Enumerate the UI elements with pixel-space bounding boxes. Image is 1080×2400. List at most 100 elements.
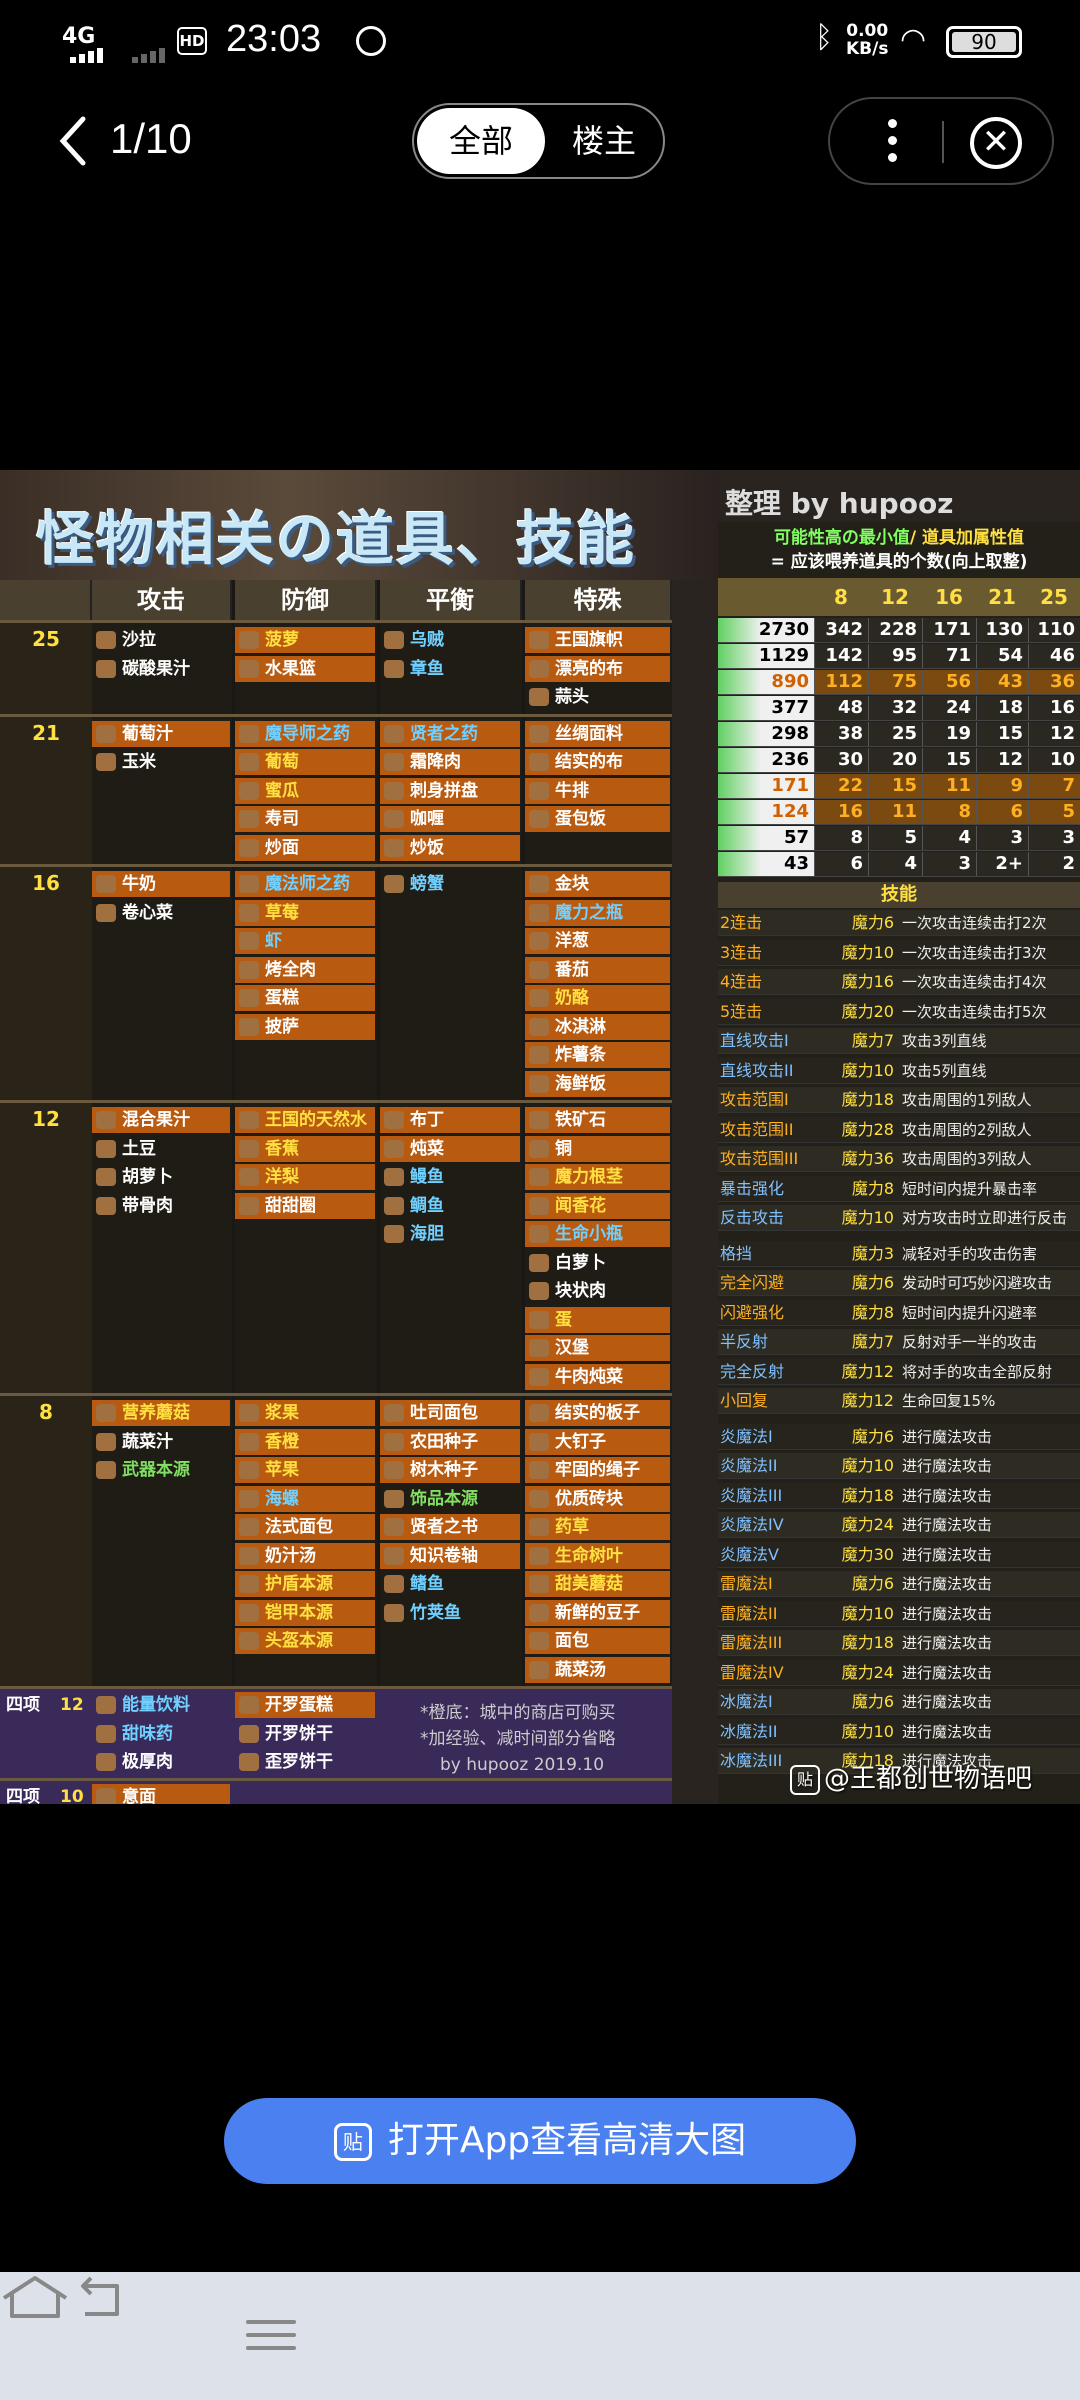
table-header: 攻击 xyxy=(92,580,232,620)
item-cell: 葡萄 xyxy=(235,749,375,775)
item-cell: 炖菜 xyxy=(380,1135,520,1162)
item-cell: 胡萝卜 xyxy=(92,1164,230,1190)
item-cell: 带骨肉 xyxy=(92,1193,230,1219)
item-cell: 结实的板子 xyxy=(525,1400,670,1426)
count-value: 3 xyxy=(976,826,1028,850)
count-value: 46 xyxy=(1028,644,1080,668)
skill-mana: 魔力3 xyxy=(851,1243,894,1263)
item-cell: 混合果汁 xyxy=(92,1107,230,1133)
tab-op[interactable]: 楼主 xyxy=(554,108,654,174)
skill-row: 冰魔法II 魔力10 进行魔法攻击 xyxy=(718,1718,1080,1745)
item-cell: 海鲜饭 xyxy=(525,1070,670,1097)
skill-row: 直线攻击II 魔力10 攻击5列直线 xyxy=(718,1057,1080,1084)
skill-mana: 魔力8 xyxy=(851,1302,894,1322)
skill-desc: 减轻对手的攻击伤害 xyxy=(902,1244,1038,1263)
skill-name: 攻击范围II xyxy=(720,1119,794,1139)
home-icon[interactable] xyxy=(0,2272,70,2320)
speed-value: 0.00 xyxy=(846,21,889,41)
item-cell: 面包 xyxy=(525,1628,670,1654)
four-stat-label: 四项 xyxy=(6,1695,40,1715)
note-line: by hupooz 2019.10 xyxy=(440,1755,605,1775)
item-cell: 螃蟹 xyxy=(380,871,520,897)
skill-mana: 魔力10 xyxy=(841,942,894,962)
menu-icon[interactable] xyxy=(246,2312,296,2360)
skill-mana: 魔力10 xyxy=(841,1060,894,1080)
tab-all[interactable]: 全部 xyxy=(417,108,545,174)
level-group: 12 混合果汁 王国的天然水 布丁 铁矿石 土豆 香蕉 炖菜铜胡萝卜 洋梨 鳗鱼 魔力根茎 带骨肉 甜甜… xyxy=(0,1100,672,1393)
numbers-row: 298 38 25 19 15 12 xyxy=(718,722,1080,747)
skill-row: 攻击范围III 魔力36 攻击周围的3列敌人 xyxy=(718,1146,1080,1172)
level-cell: 8 xyxy=(0,1396,92,1686)
item-cell: 新鲜的豆子 xyxy=(525,1599,670,1626)
more-vertical-icon[interactable] xyxy=(882,113,902,169)
four-stat-level: 12 xyxy=(60,1695,84,1715)
item-cell: 树木种子 xyxy=(380,1457,520,1483)
skill-name: 冰魔法I xyxy=(720,1692,773,1711)
count-value: 16 xyxy=(1028,696,1080,720)
skill-desc: 进行魔法攻击 xyxy=(902,1545,993,1564)
skill-desc: 攻击周围的1列敌人 xyxy=(902,1091,1032,1109)
count-value: 9 xyxy=(976,774,1028,798)
numbers-header-row: 8 12 16 21 25 xyxy=(718,578,1080,616)
post-image[interactable]: 怪物相关の道具、技能 整理 by hupooz 2019.10 攻击防御平衡特殊… xyxy=(0,470,1080,1804)
skill-name: 5连击 xyxy=(720,1001,763,1021)
skill-mana: 魔力18 xyxy=(841,1090,894,1109)
skill-desc: 发动时可巧妙闪避攻击 xyxy=(902,1274,1053,1292)
skill-mana: 魔力6 xyxy=(851,913,894,932)
skill-desc: 一次攻击连续击打2次 xyxy=(902,914,1047,932)
item-cell: 牢固的绳子 xyxy=(525,1457,670,1483)
skill-desc: 攻击周围的2列敌人 xyxy=(902,1120,1032,1139)
item-cell: 咖喱 xyxy=(380,806,520,832)
count-value: 6 xyxy=(814,852,868,876)
skill-desc: 一次攻击连续击打4次 xyxy=(902,973,1047,991)
level-value: 16 xyxy=(32,871,60,895)
system-nav-bar xyxy=(0,2272,1080,2400)
table-header: 防御 xyxy=(235,580,377,620)
skill-desc: 一次攻击连续击打5次 xyxy=(902,1002,1047,1021)
watermark: 贴 @王都创世物语吧 xyxy=(790,1758,1032,1795)
item-cell: 乌贼 xyxy=(380,627,520,653)
battery-level: 90 xyxy=(971,30,997,54)
item-cell: 贤者之药 xyxy=(380,720,520,747)
count-value: 15 xyxy=(922,748,976,772)
item-cell: 披萨 xyxy=(235,1013,375,1040)
count-value: 12 xyxy=(976,748,1028,772)
close-circle-icon[interactable]: ✕ xyxy=(970,117,1022,169)
item-cell: 浆果 xyxy=(235,1400,375,1426)
numbers-row: 2730 342 228 171 130 110 xyxy=(718,618,1080,643)
back-icon[interactable] xyxy=(75,2272,125,2320)
count-value: 171 xyxy=(922,618,976,642)
count-value: 48 xyxy=(814,696,868,720)
numbers-skills-table: 可能性高の最小值/ 道具加属性值 = 应该喂养道具的个数(向上取整) 8 12 16 2… xyxy=(718,522,1080,1804)
skill-name: 炎魔法I xyxy=(720,1426,773,1446)
item-cell: 玉米 xyxy=(92,749,230,775)
skill-name: 完全闪避 xyxy=(720,1273,785,1292)
threshold-value: 2730 xyxy=(718,618,814,642)
skill-name: 炎魔法III xyxy=(720,1485,783,1505)
threshold-value: 890 xyxy=(718,670,814,694)
skill-desc: 攻击5列直线 xyxy=(902,1061,987,1080)
item-cell: 炒面 xyxy=(235,834,375,861)
level-group: 8 营养蘑菇 浆果 吐司面包 结实的板子 蔬菜汁 香橙 农田种子 大钉子 武器本源 苹果 树木种子 牢固… xyxy=(0,1393,672,1686)
level-value: 21 xyxy=(32,720,60,745)
skill-mana: 魔力6 xyxy=(851,1574,894,1593)
item-cell: 结实的布 xyxy=(525,749,670,775)
skill-row: 雷魔法II 魔力10 进行魔法攻击 xyxy=(718,1600,1080,1627)
count-value: 38 xyxy=(814,722,868,746)
numbers-row: 236 30 20 15 12 10 xyxy=(718,748,1080,773)
numbers-row: 890 112 75 56 43 36 xyxy=(718,670,1080,695)
count-value: 95 xyxy=(868,644,922,668)
item-cell: 鳗鱼 xyxy=(380,1164,520,1190)
skill-desc: 将对手的攻击全部反射 xyxy=(902,1362,1053,1381)
skill-row: 炎魔法I 魔力6 进行魔法攻击 xyxy=(718,1423,1080,1450)
skill-name: 反击攻击 xyxy=(720,1208,785,1227)
skill-desc: 进行魔法攻击 xyxy=(902,1516,993,1534)
note-line: *橙底：城中的商店可购买 xyxy=(420,1703,616,1723)
count-value: 4 xyxy=(868,852,922,876)
chevron-left-icon[interactable] xyxy=(55,113,95,169)
item-cell: 极厚肉 xyxy=(92,1749,230,1775)
skill-desc: 进行魔法攻击 xyxy=(902,1427,993,1446)
count-value: 5 xyxy=(868,826,922,850)
open-app-button[interactable]: 贴打开App查看高清大图 xyxy=(224,2098,856,2184)
watermark-text: @王都创世物语吧 xyxy=(824,1764,1033,1794)
